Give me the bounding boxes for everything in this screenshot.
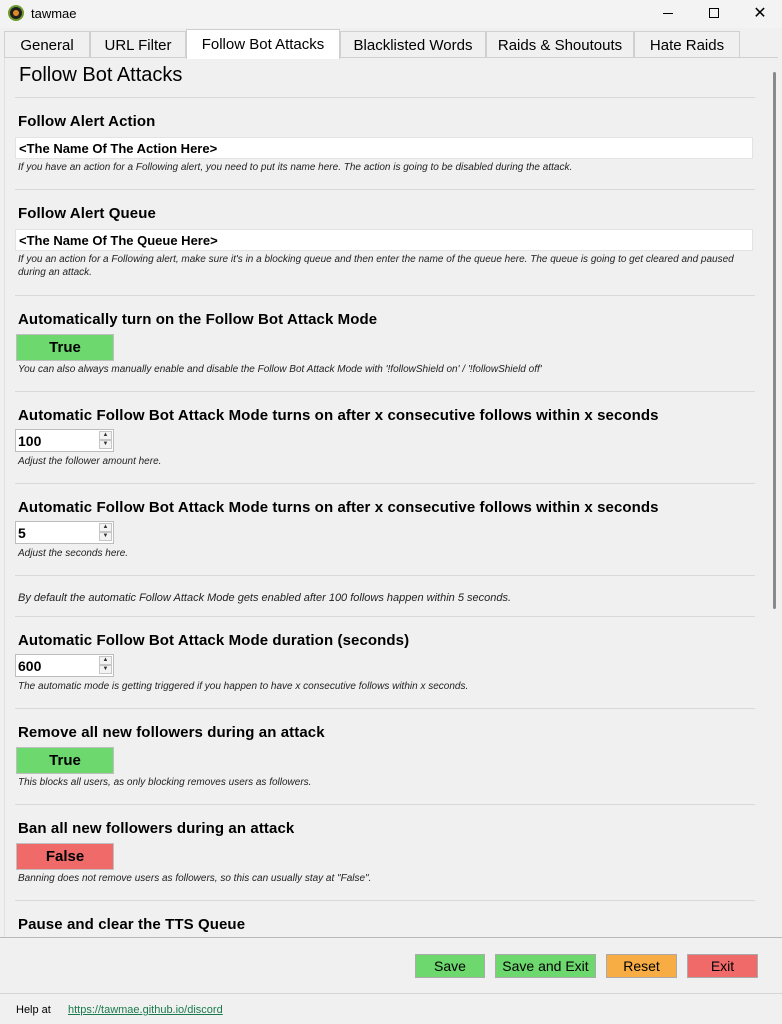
close-button[interactable]: ✕ bbox=[737, 0, 782, 26]
minimize-icon bbox=[663, 12, 673, 14]
follow-count-stepper[interactable]: 100 ▲ ▼ bbox=[15, 429, 114, 452]
follow-alert-queue-title: Follow Alert Queue bbox=[18, 205, 156, 222]
tab-raids-shoutouts[interactable]: Raids & Shoutouts bbox=[486, 31, 634, 58]
window-title: tawmae bbox=[31, 6, 77, 21]
footer-divider bbox=[0, 993, 782, 994]
stepper-up-icon[interactable]: ▲ bbox=[99, 656, 112, 665]
tab-blacklisted-words[interactable]: Blacklisted Words bbox=[340, 31, 486, 58]
close-icon: ✕ bbox=[753, 5, 767, 22]
ban-followers-title: Ban all new followers during an attack bbox=[18, 820, 295, 837]
default-note: By default the automatic Follow Attack M… bbox=[18, 592, 512, 604]
follow-alert-action-hint: If you have an action for a Following al… bbox=[18, 162, 573, 173]
follow-count-value: 100 bbox=[18, 433, 42, 449]
help-link[interactable]: https://tawmae.github.io/discord bbox=[68, 1004, 223, 1016]
divider bbox=[15, 97, 755, 98]
remove-followers-title: Remove all new followers during an attac… bbox=[18, 724, 325, 741]
divider bbox=[15, 189, 755, 190]
follow-alert-action-input[interactable]: <The Name Of The Action Here> bbox=[15, 137, 753, 159]
follow-alert-queue-hint: If you an action for a Following alert, … bbox=[18, 254, 734, 278]
stepper-down-icon[interactable]: ▼ bbox=[99, 440, 112, 449]
page-title: Follow Bot Attacks bbox=[19, 64, 183, 86]
reset-button[interactable]: Reset bbox=[606, 954, 677, 978]
tab-general[interactable]: General bbox=[4, 31, 90, 58]
footer-divider bbox=[0, 937, 782, 938]
divider bbox=[15, 575, 755, 576]
divider bbox=[15, 391, 755, 392]
auto-mode-hint: You can also always manually enable and … bbox=[18, 364, 542, 375]
remove-followers-toggle[interactable]: True bbox=[16, 747, 114, 774]
ban-followers-toggle[interactable]: False bbox=[16, 843, 114, 870]
scrollbar[interactable] bbox=[773, 72, 776, 609]
remove-followers-hint: This blocks all users, as only blocking … bbox=[18, 777, 312, 788]
tab-follow-bot-attacks[interactable]: Follow Bot Attacks bbox=[186, 29, 340, 59]
auto-mode-title: Automatically turn on the Follow Bot Att… bbox=[18, 311, 378, 328]
follow-seconds-hint: Adjust the seconds here. bbox=[18, 548, 129, 559]
minimize-button[interactable] bbox=[645, 0, 691, 26]
maximize-button[interactable] bbox=[691, 0, 737, 26]
divider bbox=[15, 900, 755, 901]
stepper-down-icon[interactable]: ▼ bbox=[99, 665, 112, 674]
duration-value: 600 bbox=[18, 658, 42, 674]
follow-seconds-title: Automatic Follow Bot Attack Mode turns o… bbox=[18, 499, 659, 516]
follow-seconds-value: 5 bbox=[18, 525, 26, 541]
ban-followers-hint: Banning does not remove users as followe… bbox=[18, 873, 372, 884]
save-button[interactable]: Save bbox=[415, 954, 485, 978]
follow-alert-action-title: Follow Alert Action bbox=[18, 113, 156, 130]
tab-hate-raids[interactable]: Hate Raids bbox=[634, 31, 740, 58]
maximize-icon bbox=[709, 8, 719, 18]
exit-button[interactable]: Exit bbox=[687, 954, 758, 978]
save-and-exit-button[interactable]: Save and Exit bbox=[495, 954, 596, 978]
tts-queue-title: Pause and clear the TTS Queue bbox=[18, 916, 246, 933]
follow-count-hint: Adjust the follower amount here. bbox=[18, 456, 162, 467]
stepper-down-icon[interactable]: ▼ bbox=[99, 532, 112, 541]
auto-mode-toggle[interactable]: True bbox=[16, 334, 114, 361]
settings-panel: Follow Bot Attacks Follow Alert Action <… bbox=[4, 58, 778, 937]
divider bbox=[15, 708, 755, 709]
follow-alert-queue-input[interactable]: <The Name Of The Queue Here> bbox=[15, 229, 753, 251]
follow-seconds-stepper[interactable]: 5 ▲ ▼ bbox=[15, 521, 114, 544]
duration-title: Automatic Follow Bot Attack Mode duratio… bbox=[18, 632, 410, 649]
divider bbox=[15, 483, 755, 484]
follow-count-title: Automatic Follow Bot Attack Mode turns o… bbox=[18, 407, 659, 424]
help-label: Help at bbox=[16, 1004, 51, 1016]
duration-stepper[interactable]: 600 ▲ ▼ bbox=[15, 654, 114, 677]
divider bbox=[15, 804, 755, 805]
duration-hint: The automatic mode is getting triggered … bbox=[18, 681, 469, 692]
stepper-up-icon[interactable]: ▲ bbox=[99, 431, 112, 440]
tab-url-filter[interactable]: URL Filter bbox=[90, 31, 186, 58]
divider bbox=[15, 616, 755, 617]
divider bbox=[15, 295, 755, 296]
stepper-up-icon[interactable]: ▲ bbox=[99, 523, 112, 532]
title-bar: tawmae ✕ bbox=[0, 0, 782, 28]
app-logo-icon bbox=[8, 5, 24, 21]
